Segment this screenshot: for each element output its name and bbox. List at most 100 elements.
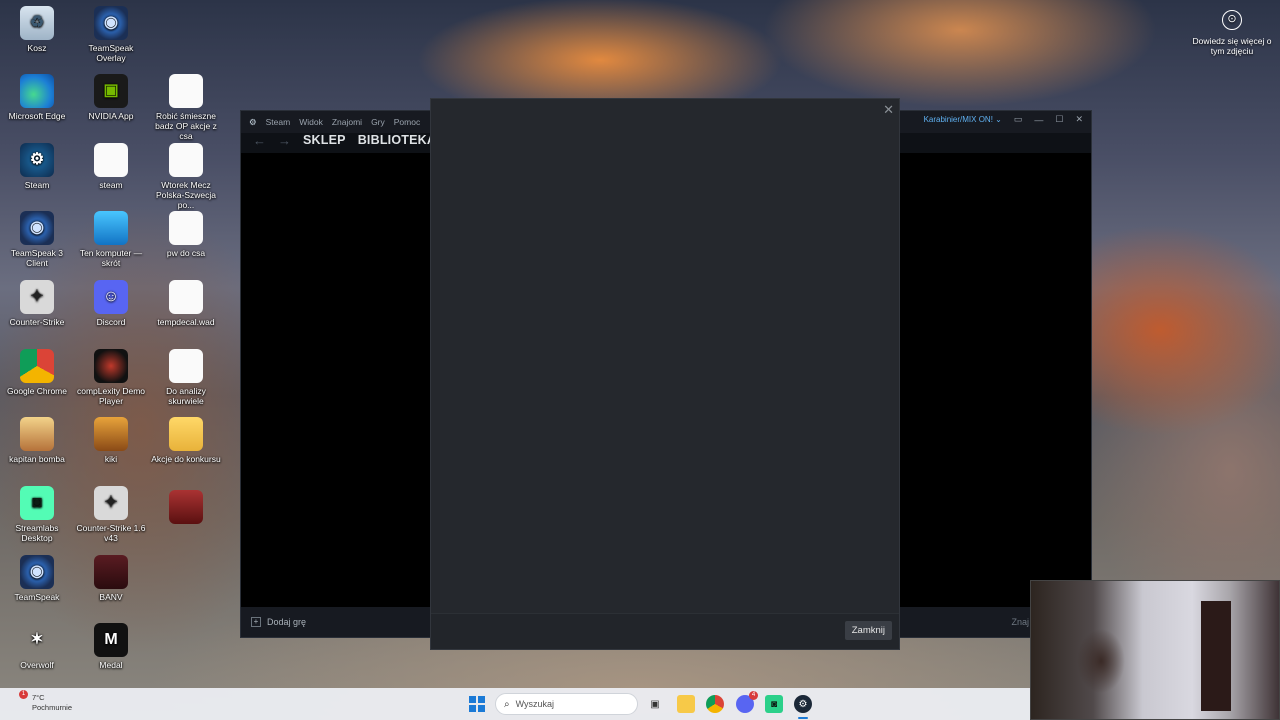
desktop-icon-label: Counter-Strike: [9, 317, 65, 327]
desktop-icon-teamspeak-overlay[interactable]: ◉ TeamSpeak Overlay: [74, 6, 148, 63]
back-arrow-icon[interactable]: ←: [253, 133, 266, 148]
forward-arrow-icon[interactable]: →: [278, 133, 291, 148]
maximize-icon[interactable]: ☐: [1055, 114, 1063, 125]
document-icon: [169, 349, 203, 383]
desktop-icon-pw-file[interactable]: pw do csa: [149, 211, 223, 258]
desktop-icon-label: Steam: [24, 180, 50, 190]
house-icon: [169, 490, 203, 524]
desktop-icon-recycle-bin[interactable]: ♻ Kosz: [0, 6, 74, 53]
folder-icon: [169, 417, 203, 451]
counter-strike-icon: ✦: [94, 486, 128, 520]
steam-taskbar-icon[interactable]: ⚙: [794, 695, 812, 713]
tab-store[interactable]: SKLEP: [303, 133, 346, 147]
desktop-icon-label: Akcje do konkursu: [151, 454, 221, 464]
discord-icon: ☺: [94, 280, 128, 314]
teamspeak-overlay-icon: ◉: [94, 6, 128, 40]
desktop-icon-complexity-demo[interactable]: compLexity Demo Player: [74, 349, 148, 406]
desktop-icon-label: compLexity Demo Player: [76, 386, 146, 406]
close-button[interactable]: Zamknij: [844, 621, 892, 640]
add-game-button[interactable]: Dodaj grę: [267, 617, 306, 627]
desktop-icon-label: pw do csa: [166, 248, 206, 258]
teamspeak-icon: ◉: [20, 555, 54, 589]
start-icon[interactable]: [469, 696, 485, 712]
document-icon: [169, 74, 203, 108]
weather-desc: Pochmurnie: [32, 703, 73, 712]
medal-icon: M: [94, 623, 128, 657]
steam-window-controls: Karabinier/MIX ON! ⌄ ▭ — ☐ ✕: [924, 114, 1083, 125]
desktop-icon-label: Medal: [99, 660, 123, 670]
minimize-icon[interactable]: —: [1034, 115, 1043, 125]
desktop-icon-kapitan-bomba[interactable]: kapitan bomba: [0, 417, 74, 464]
dialog-close-icon[interactable]: ✕: [883, 102, 894, 118]
desktop-icon-counter-strike[interactable]: ✦ Counter-Strike: [0, 280, 74, 327]
desktop-icon-chrome[interactable]: Google Chrome: [0, 349, 74, 396]
search-box[interactable]: ⌕ Wyszukaj: [495, 693, 638, 715]
add-icon[interactable]: +: [251, 617, 261, 627]
weather-widget[interactable]: 1 7°C Pochmurnie: [19, 690, 73, 713]
demo-player-icon: [94, 349, 128, 383]
desktop-icon-kiki[interactable]: kiki: [74, 417, 148, 464]
friends-chat-button[interactable]: Znaj: [1011, 617, 1029, 627]
discord-taskbar-icon[interactable]: 4: [736, 691, 758, 713]
desktop-icon-teamspeak-client[interactable]: ◉ TeamSpeak 3 Client: [0, 211, 74, 268]
desktop-icon-robic-file[interactable]: Robić śmieszne badz OP akcje z csa: [149, 74, 223, 141]
desktop-icon-label: steam: [99, 180, 123, 190]
big-picture-icon[interactable]: ▭: [1014, 114, 1023, 125]
banv-icon: [94, 555, 128, 589]
dialog-footer: Zamknij: [431, 613, 899, 649]
desktop-icon-label: Counter-Strike 1.6 v43: [76, 523, 146, 543]
taskbar: 1 7°C Pochmurnie ⌕ Wyszukaj ▣ 4 ◙ ⚙: [0, 688, 1030, 720]
chrome-taskbar-icon[interactable]: [706, 695, 724, 713]
file-explorer-icon[interactable]: [677, 695, 695, 713]
desktop-icon-akcje-folder[interactable]: Akcje do konkursu: [149, 417, 223, 464]
steam-icon: ⚙: [20, 143, 54, 177]
desktop-icon-label: Microsoft Edge: [8, 111, 66, 121]
desktop-icon-label: kiki: [104, 454, 118, 464]
user-account-menu[interactable]: Karabinier/MIX ON! ⌄: [924, 115, 1002, 124]
desktop-icon-overwolf[interactable]: ✶ Overwolf: [0, 623, 74, 671]
desktop-icon-banv[interactable]: BANV: [74, 555, 148, 602]
desktop-icon-nvidia[interactable]: ▣ NVIDIA App: [74, 74, 148, 121]
desktop-icon-house[interactable]: [149, 490, 223, 527]
desktop-icon-medal[interactable]: M Medal: [74, 623, 148, 670]
nvidia-icon: ▣: [94, 74, 128, 108]
photo-info-icon: ⊙: [1222, 10, 1242, 30]
teamspeak-icon: ◉: [20, 211, 54, 245]
tab-library[interactable]: BIBLIOTEKA: [358, 133, 436, 147]
desktop-icon-label: kapitan bomba: [9, 454, 65, 464]
active-app-indicator: [798, 717, 808, 719]
desktop-icon-steam-file[interactable]: steam: [74, 143, 148, 190]
desktop-icon-steam[interactable]: ⚙ Steam: [0, 143, 74, 190]
document-icon: [169, 280, 203, 314]
desktop-icon-edge[interactable]: Microsoft Edge: [0, 74, 74, 121]
desktop-icon-wtorek-file[interactable]: Wtorek Mecz Polska-Szwecja po...: [149, 143, 223, 210]
desktop-icon-label: BANV: [99, 592, 123, 602]
desktop-icon-tempdecal[interactable]: tempdecal.wad: [149, 280, 223, 327]
search-icon: ⌕: [504, 698, 510, 710]
document-icon: [94, 143, 128, 177]
webcam-scene: [1201, 601, 1231, 711]
steam-dialog: ✕ Zamknij: [430, 98, 900, 650]
streamlabs-taskbar-icon[interactable]: ◙: [765, 695, 783, 713]
kapitan-bomba-icon: [20, 417, 54, 451]
task-view-icon[interactable]: ▣: [646, 695, 664, 713]
learn-about-photo[interactable]: ⊙ Dowiedz się więcej o tym zdjęciu: [1192, 10, 1272, 56]
desktop-icon-label: Google Chrome: [6, 386, 67, 396]
desktop-icon-discord[interactable]: ☺ Discord: [74, 280, 148, 327]
search-placeholder: Wyszukaj: [515, 699, 555, 709]
desktop-icon-label: Discord: [96, 317, 126, 327]
desktop-icon-teamspeak[interactable]: ◉ TeamSpeak: [0, 555, 74, 602]
desktop-icon-this-pc[interactable]: Ten komputer — skrót: [74, 211, 148, 268]
close-icon[interactable]: ✕: [1075, 114, 1083, 125]
document-icon: [169, 143, 203, 177]
streamlabs-icon: ◙: [20, 486, 54, 520]
desktop-icon-cs16[interactable]: ✦ Counter-Strike 1.6 v43: [74, 486, 148, 543]
desktop-icon-streamlabs[interactable]: ◙ Streamlabs Desktop: [0, 486, 74, 543]
recycle-bin-icon: ♻: [20, 6, 54, 40]
computer-icon: [94, 211, 128, 245]
desktop-icon-label: Ten komputer — skrót: [79, 248, 143, 268]
desktop-icon-do-analizy[interactable]: Do analizy skurwiele: [149, 349, 223, 406]
desktop-icon-label: Wtorek Mecz Polska-Szwecja po...: [156, 180, 216, 210]
desktop-icon-label: Robić śmieszne badz OP akcje z csa: [155, 111, 217, 141]
desktop-icon-label: Kosz: [27, 43, 47, 53]
